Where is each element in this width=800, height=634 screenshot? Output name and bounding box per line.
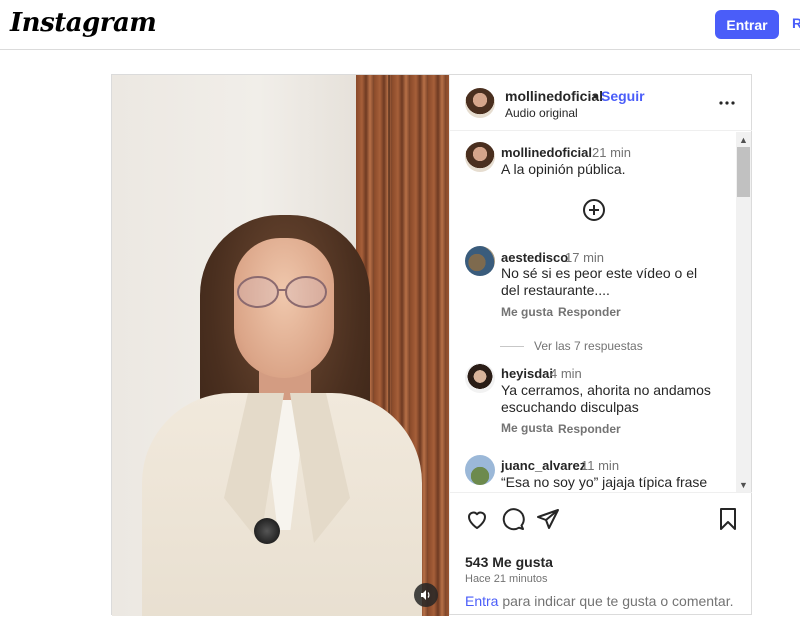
scroll-down-arrow-icon[interactable]: ▼ bbox=[736, 477, 751, 492]
comment-time: 4 min bbox=[550, 366, 582, 381]
send-icon[interactable] bbox=[536, 507, 560, 531]
instagram-logo[interactable]: Instagram bbox=[10, 8, 157, 38]
more-options-icon[interactable] bbox=[717, 93, 737, 113]
comment-reply-button[interactable]: Responder bbox=[558, 305, 621, 319]
audio-label[interactable]: Audio original bbox=[505, 106, 578, 120]
comment-text: “Esa no soy yo” jajaja típica frase que bbox=[501, 474, 708, 492]
post-video[interactable] bbox=[112, 75, 449, 616]
author-avatar[interactable] bbox=[465, 88, 495, 118]
comment-text: Ya cerramos, ahorita no andamos escuchan… bbox=[501, 382, 711, 415]
caption-username[interactable]: mollinedoficial bbox=[501, 145, 592, 160]
comments-list[interactable]: mollinedoficial 21 min A la opinión públ… bbox=[450, 132, 752, 492]
top-navigation-bar: Instagram Entrar R bbox=[0, 0, 800, 50]
comment-like-button[interactable]: Me gusta bbox=[501, 305, 553, 319]
comment-avatar[interactable] bbox=[465, 455, 495, 485]
post-actions: 543 Me gusta Hace 21 minutos Entra para … bbox=[450, 492, 752, 614]
view-replies-button[interactable]: Ver las 7 respuestas bbox=[500, 339, 643, 353]
post-card: mollinedoficial • Seguir Audio original … bbox=[111, 74, 752, 616]
caption-time: 21 min bbox=[592, 145, 632, 160]
register-link[interactable]: R bbox=[792, 15, 800, 31]
comment-time: 17 min bbox=[565, 250, 605, 265]
comment-reply-button[interactable]: Responder bbox=[558, 422, 621, 436]
login-prompt: Entra para indicar que te gusta o coment… bbox=[450, 593, 752, 615]
login-link[interactable]: Entra bbox=[465, 593, 498, 609]
comment-like-button[interactable]: Me gusta bbox=[501, 421, 553, 435]
scrollbar-thumb[interactable] bbox=[737, 147, 750, 197]
speaker-icon[interactable] bbox=[414, 583, 438, 607]
comment-time: 11 min bbox=[581, 458, 620, 473]
separator-dot: • bbox=[593, 88, 598, 104]
bookmark-icon[interactable] bbox=[716, 507, 740, 531]
video-lapel-microphone bbox=[254, 518, 280, 544]
post-header: mollinedoficial • Seguir Audio original bbox=[450, 75, 752, 131]
comment-text: No sé si es peor este vídeo o el del res… bbox=[501, 265, 698, 298]
comment-username[interactable]: aestedisco bbox=[501, 250, 568, 265]
comments-scrollbar[interactable]: ▲ ▼ bbox=[736, 132, 751, 492]
scroll-up-arrow-icon[interactable]: ▲ bbox=[736, 132, 751, 147]
comment-avatar[interactable] bbox=[465, 246, 495, 276]
author-username[interactable]: mollinedoficial bbox=[505, 88, 603, 104]
caption-text: A la opinión pública. bbox=[501, 161, 626, 177]
comment-avatar[interactable] bbox=[465, 363, 495, 393]
comment-username[interactable]: juanc_alvarez bbox=[501, 458, 586, 473]
post-timestamp: Hace 21 minutos bbox=[465, 573, 548, 585]
login-prompt-text: para indicar que te gusta o comentar. bbox=[498, 593, 734, 609]
follow-button[interactable]: Seguir bbox=[601, 88, 645, 104]
likes-count[interactable]: 543 Me gusta bbox=[465, 554, 553, 570]
login-button[interactable]: Entrar bbox=[715, 10, 779, 39]
comment-username[interactable]: heyisdai bbox=[501, 366, 553, 381]
heart-icon[interactable] bbox=[465, 507, 489, 531]
post-side-panel: mollinedoficial • Seguir Audio original … bbox=[449, 75, 752, 614]
video-person-glasses bbox=[237, 276, 327, 308]
caption-author-avatar[interactable] bbox=[465, 142, 495, 172]
plus-circle-icon[interactable] bbox=[582, 198, 606, 222]
comment-icon[interactable] bbox=[501, 507, 525, 531]
